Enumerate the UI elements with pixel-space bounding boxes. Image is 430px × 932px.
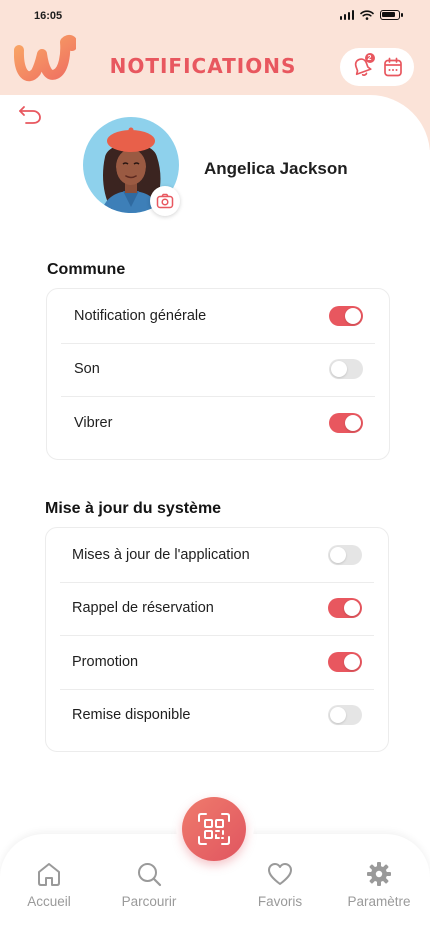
nav-label: Paramètre [347, 894, 411, 909]
back-arrow-icon[interactable] [17, 104, 43, 126]
wifi-icon [360, 10, 374, 20]
nav-label: Accueil [27, 894, 71, 909]
setting-row: Vibrer [47, 396, 389, 450]
toggle-switch[interactable] [329, 359, 363, 380]
signal-icon [339, 10, 354, 20]
setting-row: Son [47, 342, 389, 397]
setting-row: Mises à jour de l'application [46, 528, 388, 582]
setting-label: Vibrer [74, 414, 113, 431]
setting-row: Notification générale [47, 289, 389, 343]
nav-item-favorites[interactable]: Favoris [235, 860, 325, 909]
section-title-commune: Commune [47, 261, 126, 278]
setting-label: Notification générale [74, 307, 207, 324]
setting-row: Remise disponible [46, 688, 388, 743]
nav-label: Favoris [257, 894, 303, 909]
nav-item-home[interactable]: Accueil [4, 860, 94, 909]
setting-label: Son [74, 361, 100, 378]
header-actions: 2 [340, 48, 414, 86]
toggle-switch[interactable] [328, 598, 362, 619]
toggle-switch[interactable] [328, 651, 362, 672]
qr-scan-button[interactable] [182, 797, 246, 861]
heart-icon [268, 863, 292, 885]
home-icon [38, 863, 60, 886]
notifications-button[interactable]: 2 [350, 53, 375, 79]
toggle-switch[interactable] [328, 705, 362, 726]
settings-card-commune: Notification générale Son Vibrer [46, 288, 390, 460]
user-name: Angelica Jackson [204, 159, 348, 178]
nav-label: Parcourir [121, 894, 177, 909]
status-bar: 16:05 [0, 0, 430, 34]
nav-item-settings[interactable]: Paramètre [334, 860, 424, 909]
calendar-icon [383, 57, 402, 77]
search-icon [138, 863, 162, 887]
change-photo-button[interactable] [150, 186, 180, 216]
setting-row: Rappel de réservation [46, 581, 388, 636]
nav-item-browse[interactable]: Parcourir [104, 860, 194, 909]
setting-label: Promotion [72, 653, 139, 670]
setting-label: Mises à jour de l'application [72, 546, 250, 563]
toggle-switch[interactable] [329, 305, 363, 326]
camera-icon [156, 193, 174, 209]
battery-icon [380, 10, 403, 20]
toggle-switch[interactable] [328, 544, 362, 565]
qr-scan-icon [198, 813, 230, 845]
setting-label: Remise disponible [72, 707, 191, 724]
status-icons [339, 10, 403, 20]
setting-label: Rappel de réservation [72, 600, 214, 617]
content-background [0, 95, 430, 215]
status-time: 16:05 [34, 10, 63, 22]
calendar-button[interactable] [381, 55, 405, 79]
section-title-system-update: Mise à jour du système [45, 500, 222, 517]
notification-badge: 2 [364, 53, 375, 63]
settings-card-system-update: Mises à jour de l'application Rappel de … [45, 527, 389, 752]
gear-icon [367, 862, 391, 886]
setting-row: Promotion [46, 635, 388, 689]
toggle-switch[interactable] [329, 412, 363, 433]
